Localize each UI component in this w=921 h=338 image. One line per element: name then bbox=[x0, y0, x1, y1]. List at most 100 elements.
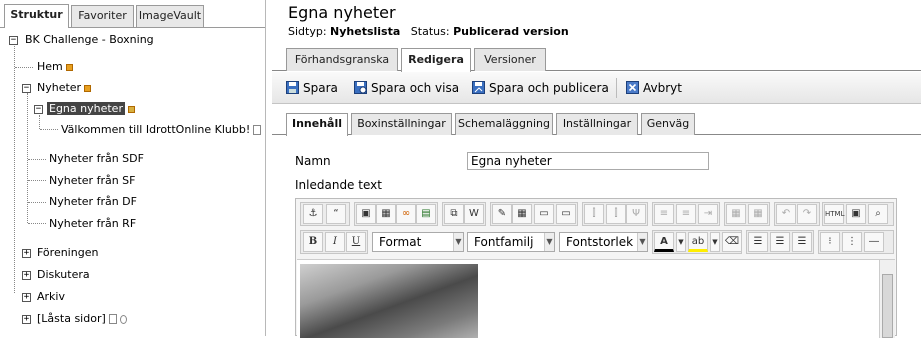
tab-genvag[interactable]: Genväg bbox=[641, 113, 695, 135]
italic-button[interactable]: I bbox=[325, 232, 345, 252]
content-tabs: Innehåll Boxinställningar Schemaläggning… bbox=[272, 112, 921, 136]
tree-item-egna-nyheter[interactable]: Egna nyheter bbox=[47, 100, 135, 118]
tree-line bbox=[15, 67, 33, 68]
tab-installningar[interactable]: Inställningar bbox=[556, 113, 638, 135]
tab-redigera[interactable]: Redigera bbox=[401, 48, 471, 72]
text-color-icon[interactable]: A bbox=[654, 232, 674, 252]
delete-col-icon[interactable]: Ψ bbox=[626, 204, 646, 224]
tree-item-diskutera[interactable]: Diskutera bbox=[37, 266, 90, 284]
split-cells-icon[interactable]: ▦ bbox=[748, 204, 768, 224]
insert-row-after-icon[interactable]: ≡ bbox=[676, 204, 696, 224]
scrollbar-thumb[interactable] bbox=[882, 274, 893, 338]
structure-panel: Struktur Favoriter ImageVault − BK Chall… bbox=[0, 0, 266, 336]
tab-struktur[interactable]: Struktur bbox=[4, 4, 69, 28]
tab-schemalaggning[interactable]: Schemaläggning bbox=[455, 113, 553, 135]
clear-format-icon[interactable]: ⌫ bbox=[722, 232, 742, 252]
underline-button[interactable]: U bbox=[346, 232, 366, 252]
name-input[interactable] bbox=[467, 152, 709, 170]
tab-versioner[interactable]: Versioner bbox=[474, 48, 546, 71]
insert-col-after-icon[interactable]: ⫿ bbox=[606, 204, 626, 224]
tree-item-label: Välkommen till IdrottOnline Klubb! bbox=[61, 123, 251, 136]
lock-icon bbox=[119, 314, 127, 324]
merge-cells-icon[interactable]: ▦ bbox=[726, 204, 746, 224]
page-title: Egna nyheter bbox=[288, 3, 396, 22]
tree-item-df[interactable]: Nyheter från DF bbox=[49, 193, 137, 211]
tree-item-foreningen[interactable]: Föreningen bbox=[37, 244, 98, 262]
chevron-down-icon: ▼ bbox=[544, 233, 554, 251]
tree-item-sf[interactable]: Nyheter från SF bbox=[49, 172, 136, 190]
font-family-select[interactable]: Fontfamilj ▼ bbox=[467, 232, 555, 252]
fullscreen-icon[interactable]: ▣ bbox=[846, 204, 866, 224]
tab-favoriter[interactable]: Favoriter bbox=[71, 5, 134, 27]
quote-icon[interactable]: “ bbox=[326, 204, 346, 224]
html-source-icon[interactable]: HTML bbox=[824, 204, 844, 224]
collapse-icon[interactable]: − bbox=[9, 36, 18, 45]
save-label: Spara bbox=[303, 81, 338, 95]
anchor-icon[interactable]: ⚓ bbox=[303, 204, 323, 224]
search-icon[interactable]: ⌕ bbox=[868, 204, 888, 224]
format-value: Format bbox=[379, 235, 422, 249]
save-and-view-button[interactable]: Spara och visa bbox=[354, 79, 459, 97]
paste-word-icon[interactable]: W bbox=[464, 204, 484, 224]
image-vault-icon[interactable]: ▦ bbox=[376, 204, 396, 224]
media-icon[interactable]: ▤ bbox=[416, 204, 436, 224]
tree-item-lasta-sidor[interactable]: [Låsta sidor] bbox=[37, 310, 127, 328]
expand-icon[interactable]: + bbox=[22, 315, 31, 324]
boxer-photo[interactable] bbox=[300, 264, 478, 338]
tab-innehall[interactable]: Innehåll bbox=[286, 113, 348, 136]
tree-item-rf[interactable]: Nyheter från RF bbox=[49, 215, 136, 233]
tree-item-sdf[interactable]: Nyheter från SDF bbox=[49, 150, 144, 168]
save-view-label: Spara och visa bbox=[371, 81, 460, 95]
highlight-color-icon[interactable]: ab bbox=[688, 232, 708, 252]
status-label: Status: bbox=[410, 25, 450, 38]
align-center-icon[interactable]: ☰ bbox=[770, 232, 790, 252]
tab-imagevault[interactable]: ImageVault bbox=[136, 5, 204, 27]
undo-icon[interactable]: ↶ bbox=[776, 204, 796, 224]
tree-item-root[interactable]: BK Challenge - Boxning bbox=[25, 31, 154, 49]
expand-icon[interactable]: + bbox=[22, 271, 31, 280]
link-icon[interactable]: ∞ bbox=[396, 204, 416, 224]
chevron-down-icon[interactable]: ▼ bbox=[710, 232, 720, 252]
font-size-select[interactable]: Fontstorlek ▼ bbox=[559, 232, 648, 252]
table-row-icon[interactable]: ▭ bbox=[534, 204, 554, 224]
name-label: Namn bbox=[295, 154, 331, 168]
format-select[interactable]: Format ▼ bbox=[372, 232, 464, 252]
collapse-icon[interactable]: − bbox=[34, 105, 43, 114]
editor-scrollbar[interactable] bbox=[879, 260, 895, 338]
horizontal-rule-icon[interactable]: ― bbox=[864, 232, 884, 252]
tab-forhandsgranska[interactable]: Förhandsgranska bbox=[286, 48, 398, 71]
bold-button[interactable]: B bbox=[303, 232, 323, 252]
insert-col-before-icon[interactable]: ⫿ bbox=[584, 204, 604, 224]
save-and-publish-button[interactable]: Spara och publicera bbox=[472, 79, 609, 97]
numbered-list-icon[interactable]: ⋮ bbox=[842, 232, 862, 252]
cancel-label: Avbryt bbox=[643, 81, 682, 95]
collapse-icon[interactable]: − bbox=[22, 84, 31, 93]
bullet-list-icon[interactable]: ⁝ bbox=[820, 232, 840, 252]
expand-icon[interactable]: + bbox=[22, 293, 31, 302]
table-cell-icon[interactable]: ▭ bbox=[556, 204, 576, 224]
tree-line bbox=[28, 223, 46, 224]
expand-icon[interactable]: + bbox=[22, 249, 31, 258]
cancel-button[interactable]: Avbryt bbox=[626, 79, 682, 97]
main-tabs: Förhandsgranska Redigera Versioner bbox=[272, 46, 921, 72]
tab-boxinstallningar[interactable]: Boxinställningar bbox=[351, 113, 452, 135]
delete-row-icon[interactable]: ⇥ bbox=[698, 204, 718, 224]
chevron-down-icon[interactable]: ▼ bbox=[676, 232, 686, 252]
tree-item-label: [Låsta sidor] bbox=[37, 312, 106, 325]
align-right-icon[interactable]: ☰ bbox=[792, 232, 812, 252]
align-left-icon[interactable]: ☰ bbox=[748, 232, 768, 252]
redo-icon[interactable]: ↷ bbox=[797, 204, 817, 224]
edit-table-icon[interactable]: ✎ bbox=[492, 204, 512, 224]
tree-item-nyheter[interactable]: Nyheter bbox=[37, 79, 92, 97]
editor-content-area[interactable] bbox=[297, 259, 895, 338]
insert-image-icon[interactable]: ▣ bbox=[356, 204, 376, 224]
table-icon[interactable]: ▦ bbox=[512, 204, 532, 224]
page-icon bbox=[253, 125, 262, 135]
save-button[interactable]: Spara bbox=[286, 79, 338, 97]
tree-item-valkommen[interactable]: Välkommen till IdrottOnline Klubb! bbox=[61, 121, 262, 139]
editor-toolbar-row-2: B I U Format ▼ Fontfamilj ▼ Fontstorlek ▼ A… bbox=[300, 229, 894, 255]
copy-icon[interactable]: ⧉ bbox=[444, 204, 464, 224]
tree-item-arkiv[interactable]: Arkiv bbox=[37, 288, 65, 306]
insert-row-before-icon[interactable]: ≡ bbox=[654, 204, 674, 224]
tree-item-hem[interactable]: Hem bbox=[37, 58, 73, 76]
